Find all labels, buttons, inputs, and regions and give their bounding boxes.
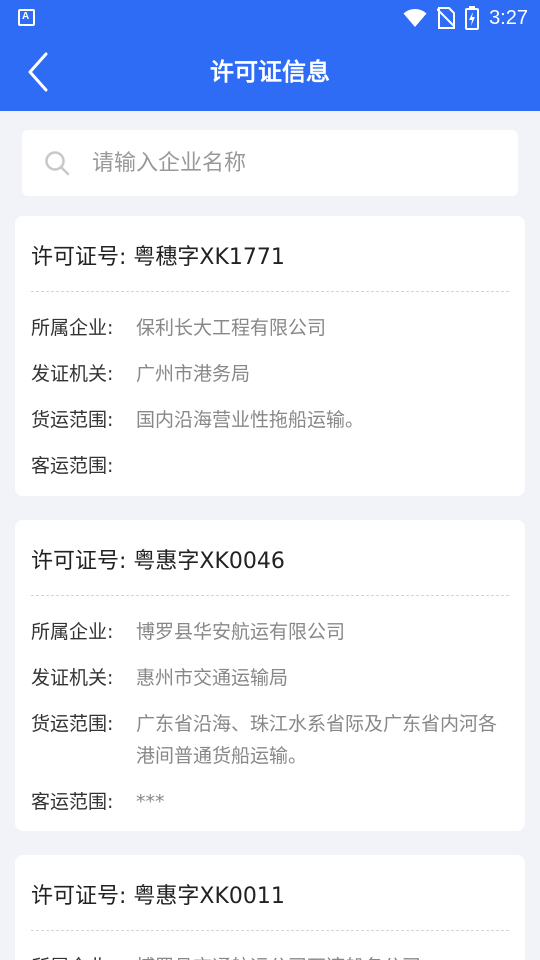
- license-card[interactable]: 许可证号: 粤惠字XK0011 所属企业: 博罗县交通航运公司石湾船务公司: [15, 855, 525, 960]
- company-row: 所属企业: 博罗县华安航运有限公司: [31, 616, 509, 648]
- license-number-label: 许可证号:: [31, 884, 127, 909]
- company-label: 所属企业:: [31, 317, 114, 339]
- cargo-scope-value: 国内沿海营业性拖船运输。: [136, 409, 365, 431]
- company-row: 所属企业: 博罗县交通航运公司石湾船务公司: [31, 951, 509, 960]
- search-icon: [45, 151, 70, 176]
- status-bar: A 3:27: [0, 0, 540, 36]
- company-value: 博罗县交通航运公司石湾船务公司: [136, 951, 509, 960]
- company-value: 保利长大工程有限公司: [136, 317, 327, 339]
- passenger-scope-row: 客运范围: ***: [31, 786, 509, 818]
- company-value: 博罗县华安航运有限公司: [136, 621, 346, 643]
- cargo-scope-row: 货运范围: 广东省沿海、珠江水系省际及广东省内河各港间普通货船运输。: [31, 708, 509, 772]
- status-app-letter: A: [22, 11, 30, 22]
- license-number-value: 粤惠字XK0046: [133, 549, 285, 574]
- search-input[interactable]: [92, 150, 492, 176]
- passenger-scope-label: 客运范围:: [31, 455, 114, 477]
- cargo-scope-value: 广东省沿海、珠江水系省际及广东省内河各港间普通货船运输。: [136, 713, 498, 767]
- passenger-scope-value: ***: [136, 791, 165, 813]
- license-card[interactable]: 许可证号: 粤穗字XK1771 所属企业: 保利长大工程有限公司 发证机关: 广…: [15, 216, 525, 496]
- authority-row: 发证机关: 广州市港务局: [31, 358, 509, 390]
- company-label: 所属企业:: [31, 621, 114, 643]
- license-number-label: 许可证号:: [31, 245, 127, 270]
- license-number-line: 许可证号: 粤穗字XK1771: [31, 216, 509, 292]
- nav-bar: 许可证信息: [0, 36, 540, 111]
- authority-row: 发证机关: 惠州市交通运输局: [31, 662, 509, 694]
- passenger-scope-row: 客运范围:: [31, 450, 509, 482]
- authority-value: 惠州市交通运输局: [136, 667, 289, 689]
- app-header: A 3:27 许可证信息: [0, 0, 540, 111]
- authority-label: 发证机关:: [31, 667, 114, 689]
- passenger-scope-label: 客运范围:: [31, 791, 114, 813]
- company-label: 所属企业:: [31, 951, 136, 960]
- license-card[interactable]: 许可证号: 粤惠字XK0046 所属企业: 博罗县华安航运有限公司 发证机关: …: [15, 520, 525, 831]
- license-number-line: 许可证号: 粤惠字XK0011: [31, 855, 509, 931]
- license-number-line: 许可证号: 粤惠字XK0046: [31, 520, 509, 596]
- status-right-group: 3:27: [403, 5, 528, 31]
- wifi-icon: [403, 9, 427, 27]
- authority-value: 广州市港务局: [136, 363, 251, 385]
- cargo-scope-label: 货运范围:: [31, 409, 114, 431]
- accessibility-app-icon: A: [18, 9, 35, 26]
- license-number-value: 粤惠字XK0011: [133, 884, 285, 909]
- page-title: 许可证信息: [210, 58, 330, 86]
- company-row: 所属企业: 保利长大工程有限公司: [31, 312, 509, 344]
- authority-label: 发证机关:: [31, 363, 114, 385]
- battery-charging-icon: [465, 6, 480, 30]
- passenger-scope-value: [136, 450, 509, 482]
- cargo-scope-row: 货运范围: 国内沿海营业性拖船运输。: [31, 404, 509, 436]
- search-bar[interactable]: [22, 130, 518, 196]
- no-sim-icon: [437, 7, 456, 29]
- license-number-value: 粤穗字XK1771: [133, 245, 285, 270]
- license-number-label: 许可证号:: [31, 549, 127, 574]
- status-time: 3:27: [489, 6, 528, 29]
- cargo-scope-label: 货运范围:: [31, 713, 114, 735]
